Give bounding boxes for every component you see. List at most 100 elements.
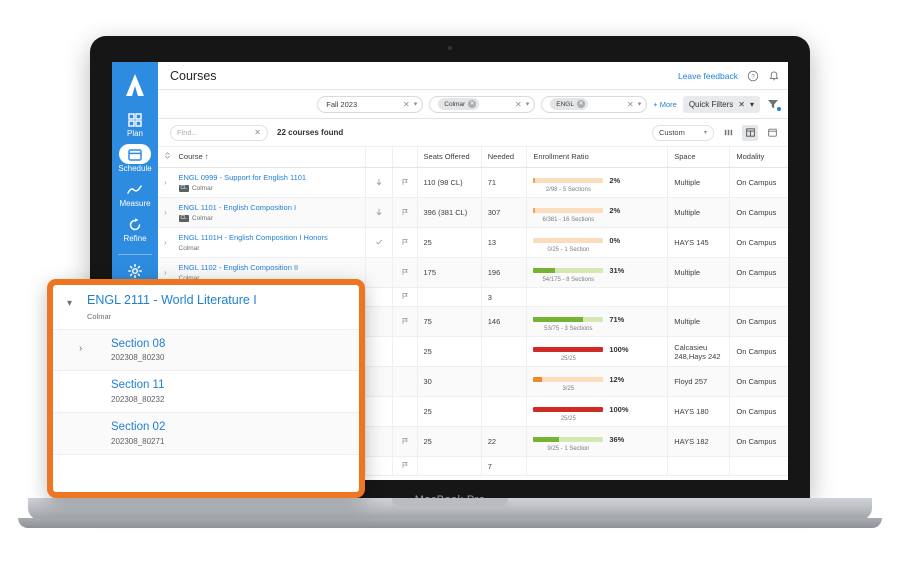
expand-all-header[interactable]: [158, 147, 173, 168]
row-action-cell[interactable]: [364, 396, 393, 427]
course-cell[interactable]: ENGL 0999 - Support for English 1101 CL Co…: [172, 167, 366, 198]
flag-icon[interactable]: [401, 208, 409, 216]
chevron-down-icon[interactable]: ▾: [750, 100, 754, 109]
calendar-view-button[interactable]: [764, 125, 780, 141]
course-link[interactable]: ENGL 1102 - English Composition II: [179, 263, 359, 272]
flag-icon[interactable]: [401, 238, 409, 246]
row-action-cell[interactable]: [364, 167, 393, 198]
flag-icon[interactable]: [401, 461, 409, 469]
row-flag-cell[interactable]: [391, 167, 418, 198]
row-action-cell[interactable]: [364, 426, 393, 457]
section-name[interactable]: Section 02: [111, 421, 349, 434]
row-flag-cell[interactable]: [391, 227, 418, 258]
chip-remove-icon[interactable]: ✕: [468, 100, 477, 108]
flag-icon[interactable]: [401, 437, 409, 445]
row-action-cell[interactable]: [364, 306, 393, 337]
row-action-cell[interactable]: [364, 227, 393, 258]
chevron-down-icon[interactable]: ▾: [638, 100, 642, 108]
flag-icon[interactable]: [401, 292, 409, 300]
callout-section-row[interactable]: Section 11 202308_80232: [53, 371, 359, 414]
flag-icon[interactable]: [401, 317, 409, 325]
column-header-course[interactable]: Course ↑: [172, 147, 366, 168]
row-action-cell[interactable]: [364, 336, 393, 367]
sidebar-item-plan[interactable]: Plan: [113, 108, 157, 143]
course-cell[interactable]: ENGL 1101 - English Composition I CL Colma…: [172, 197, 366, 228]
term-filter[interactable]: Fall 2023 ✕ ▾: [317, 95, 424, 113]
clear-search-icon[interactable]: ✕: [254, 128, 261, 137]
search-input[interactable]: [177, 128, 255, 137]
column-header-seats[interactable]: Seats Offered: [416, 147, 482, 168]
more-filters-link[interactable]: + More: [653, 100, 677, 109]
search-input-wrapper[interactable]: ✕: [170, 124, 268, 141]
columns-view-button[interactable]: [720, 125, 736, 141]
row-expand-toggle[interactable]: ›: [158, 197, 173, 228]
filter-funnel-button[interactable]: [766, 97, 781, 111]
table-row[interactable]: › ENGL 1101H - English Composition I Hono…: [158, 227, 788, 258]
clear-icon[interactable]: ✕: [403, 100, 410, 109]
help-circle-icon[interactable]: ?: [747, 70, 759, 82]
row-flag-cell[interactable]: [391, 287, 418, 307]
callout-header[interactable]: ▾ ENGL 2111 - World Literature I Colmar: [53, 285, 359, 330]
column-header-modality[interactable]: Modality: [729, 147, 788, 168]
flag-icon[interactable]: [401, 268, 409, 276]
clear-icon[interactable]: ✕: [515, 100, 522, 109]
row-flag-cell[interactable]: [391, 336, 418, 367]
row-flag-cell[interactable]: [391, 456, 418, 476]
row-action-cell[interactable]: [364, 456, 393, 476]
column-header-ratio[interactable]: Enrollment Ratio: [526, 147, 668, 168]
course-link[interactable]: ENGL 1101 - English Composition I: [179, 203, 359, 212]
sidebar-item-schedule[interactable]: Schedule: [113, 143, 157, 178]
row-flag-cell[interactable]: [391, 257, 418, 288]
chevron-right-icon[interactable]: ›: [164, 238, 167, 247]
quick-filters-button[interactable]: Quick Filters ✕ ▾: [682, 95, 760, 113]
bell-icon[interactable]: [768, 70, 780, 82]
chevron-right-icon[interactable]: ›: [164, 208, 167, 217]
course-link[interactable]: ENGL 0999 - Support for English 1101: [179, 173, 359, 182]
row-flag-cell[interactable]: [391, 396, 418, 427]
column-header-space[interactable]: Space: [667, 147, 730, 168]
chevron-right-icon[interactable]: ›: [164, 178, 167, 187]
down-arrow-icon[interactable]: [375, 178, 383, 186]
chevron-down-icon[interactable]: ▾: [704, 129, 707, 136]
check-icon[interactable]: [375, 238, 383, 246]
chip-remove-icon[interactable]: ✕: [576, 100, 585, 108]
sidebar-item-refine[interactable]: Refine: [113, 213, 157, 248]
row-expand-toggle[interactable]: ›: [158, 167, 173, 198]
row-expand-toggle[interactable]: ›: [158, 227, 173, 258]
table-view-button[interactable]: [742, 124, 758, 141]
chevron-right-icon[interactable]: ›: [79, 343, 82, 354]
sidebar-item-measure[interactable]: Measure: [113, 178, 157, 213]
table-row[interactable]: › ENGL 1101 - English Composition I CL Colm…: [158, 197, 788, 228]
down-arrow-icon[interactable]: [375, 208, 383, 216]
table-row[interactable]: › ENGL 0999 - Support for English 1101 CL C…: [158, 167, 788, 198]
callout-course-title[interactable]: ENGL 2111 - World Literature I: [87, 293, 349, 308]
clear-icon[interactable]: ✕: [738, 100, 745, 109]
row-action-cell[interactable]: [364, 287, 393, 307]
subject-filter[interactable]: ENGL ✕ ✕ ▾: [541, 95, 648, 113]
course-link[interactable]: ENGL 1101H - English Composition I Honor…: [179, 233, 359, 242]
campus-filter[interactable]: Colmar ✕ ✕ ▾: [429, 95, 536, 113]
chevron-down-icon[interactable]: ▾: [414, 100, 418, 108]
row-flag-cell[interactable]: [391, 426, 418, 457]
leave-feedback-link[interactable]: Leave feedback: [678, 71, 738, 81]
chevron-right-icon[interactable]: ›: [164, 268, 167, 277]
course-sections-callout[interactable]: ▾ ENGL 2111 - World Literature I Colmar …: [47, 279, 365, 498]
view-preset-select[interactable]: Custom ▾: [652, 124, 714, 141]
callout-section-row[interactable]: › Section 08 202308_80230: [53, 329, 359, 372]
section-name[interactable]: Section 11: [111, 379, 349, 392]
chevron-down-icon[interactable]: ▾: [526, 100, 530, 108]
row-action-cell[interactable]: [364, 197, 393, 228]
clear-icon[interactable]: ✕: [627, 100, 634, 109]
row-flag-cell[interactable]: [391, 306, 418, 337]
row-flag-cell[interactable]: [391, 366, 418, 397]
section-name[interactable]: Section 08: [111, 338, 349, 351]
flag-icon[interactable]: [401, 178, 409, 186]
row-action-cell[interactable]: [364, 257, 393, 288]
callout-section-row[interactable]: Section 02 202308_80271: [53, 413, 359, 455]
chevron-down-icon[interactable]: ▾: [67, 298, 72, 309]
abacus-logo[interactable]: [121, 72, 149, 98]
row-flag-cell[interactable]: [391, 197, 418, 228]
row-action-cell[interactable]: [364, 366, 393, 397]
course-cell[interactable]: ENGL 1101H - English Composition I Honor…: [172, 227, 366, 258]
column-header-needed[interactable]: Needed: [480, 147, 527, 168]
